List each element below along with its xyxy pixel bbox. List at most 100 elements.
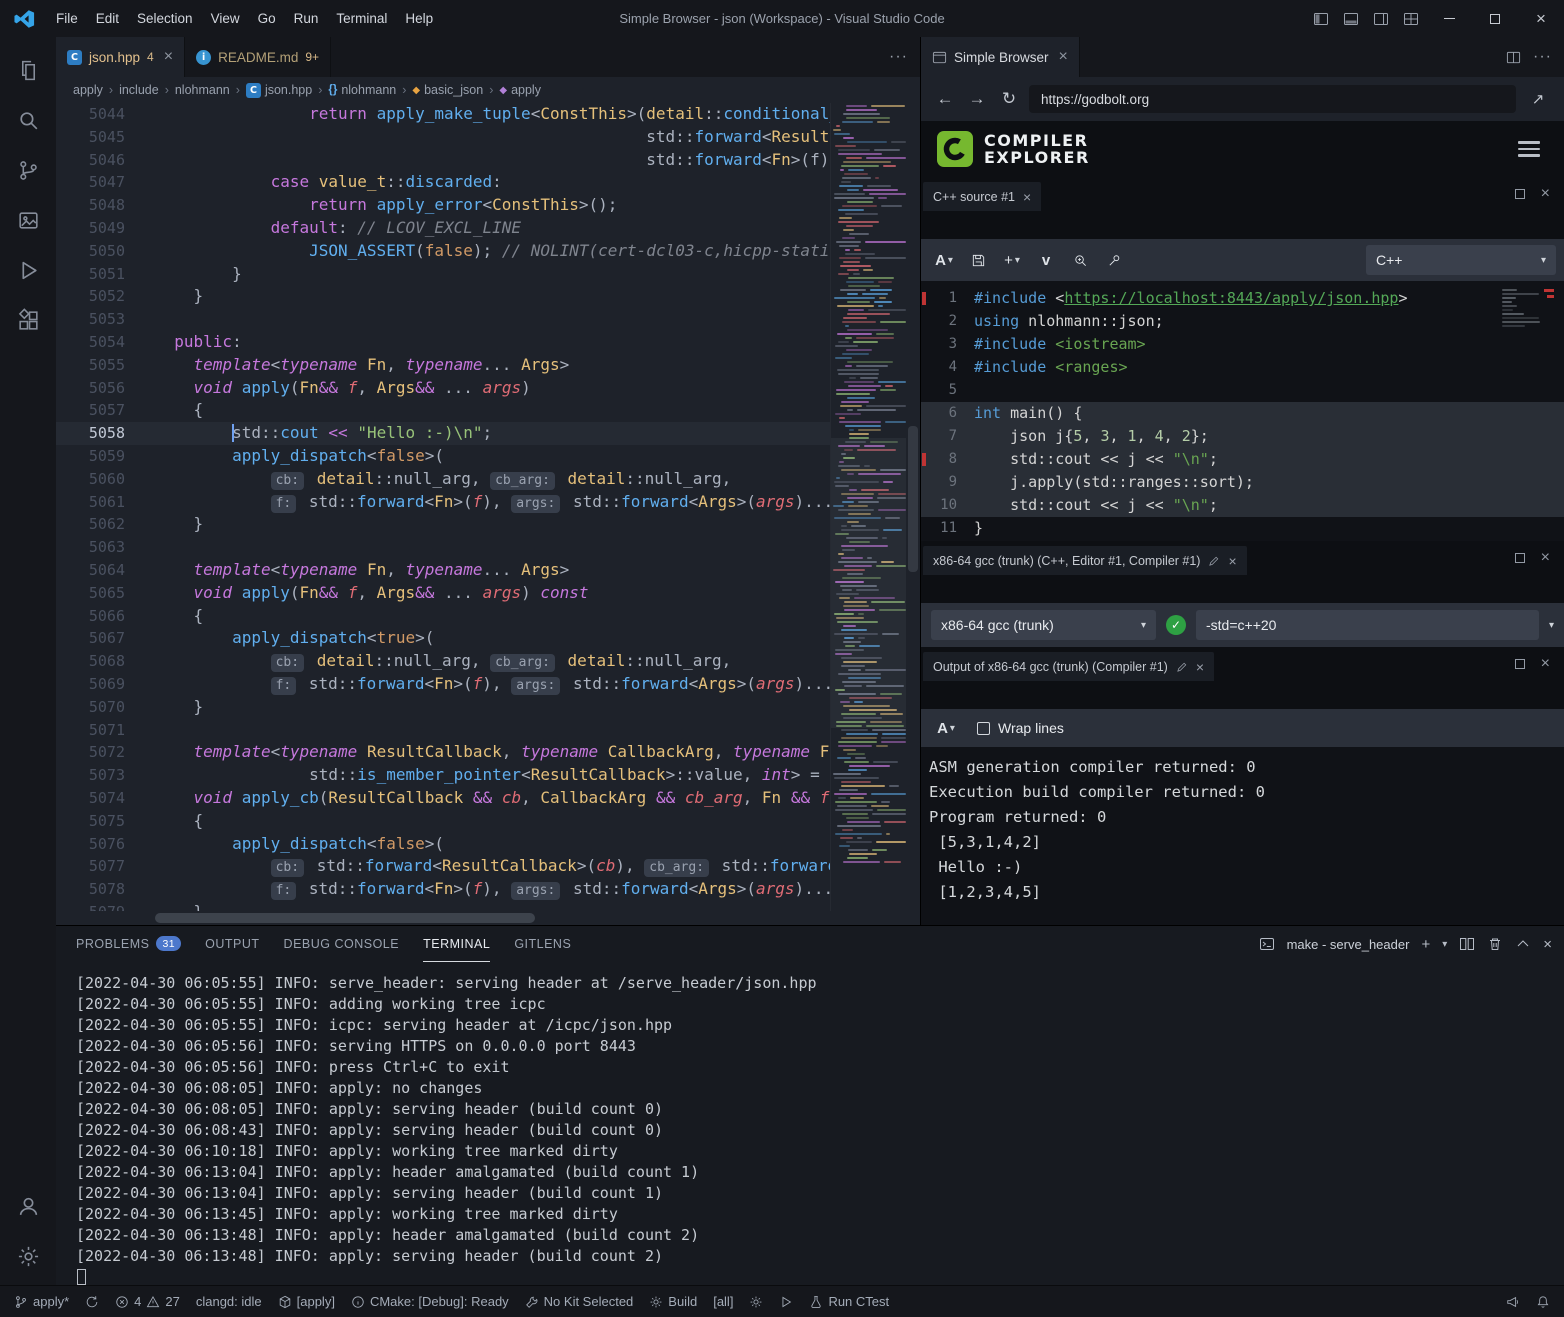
customize-layout-icon[interactable]	[1396, 0, 1426, 37]
notifications-bell-icon[interactable]	[1528, 1286, 1558, 1317]
toggle-panel-icon[interactable]	[1336, 0, 1366, 37]
forward-icon[interactable]: →	[965, 89, 989, 109]
breadcrumb-item-apply[interactable]: ◆apply	[499, 83, 541, 97]
terminal[interactable]: [2022-04-30 06:05:55] INFO: serve_header…	[56, 962, 1564, 1290]
maximize-pane-icon[interactable]	[1515, 189, 1525, 199]
sync-status[interactable]	[77, 1286, 107, 1317]
menu-view[interactable]: View	[202, 0, 249, 37]
ce-output-tab[interactable]: Output of x86-64 gcc (trunk) (Compiler #…	[923, 652, 1214, 681]
minimize-button[interactable]	[1426, 0, 1472, 37]
vim-mode-button[interactable]: v	[1031, 245, 1061, 275]
edit-icon[interactable]	[1208, 555, 1220, 567]
images-icon[interactable]	[4, 195, 52, 245]
menu-help[interactable]: Help	[396, 0, 442, 37]
maximize-pane-icon[interactable]	[1515, 659, 1525, 669]
panel-tab-problems[interactable]: PROBLEMS31	[76, 926, 181, 962]
menu-run[interactable]: Run	[285, 0, 328, 37]
breadcrumb-item-nlohmann[interactable]: nlohmann	[175, 83, 230, 97]
compiler-options-input[interactable]: -std=c++20	[1196, 610, 1539, 640]
terminal-selector[interactable]: make - serve_header	[1287, 937, 1410, 952]
edit-icon[interactable]	[1176, 661, 1188, 673]
split-terminal-icon[interactable]	[1459, 936, 1475, 952]
zoom-icon[interactable]	[1065, 245, 1095, 275]
menu-terminal[interactable]: Terminal	[327, 0, 396, 37]
close-icon[interactable]: ×	[1228, 553, 1236, 569]
save-icon[interactable]	[963, 245, 993, 275]
panel-tab-gitlens[interactable]: GITLENS	[514, 926, 571, 962]
options-dropdown-icon[interactable]: ▾	[1549, 620, 1554, 631]
launch-target-gear-icon[interactable]	[741, 1286, 771, 1317]
breadcrumb-item-apply[interactable]: apply	[73, 83, 103, 97]
toggle-secondary-sidebar-icon[interactable]	[1366, 0, 1396, 37]
tab-readme-md[interactable]: i README.md 9+	[185, 37, 331, 77]
ce-compiler-tab[interactable]: x86-64 gcc (trunk) (C++, Editor #1, Comp…	[923, 546, 1247, 575]
terminal-profile-chevron-icon[interactable]: ▾	[1442, 939, 1447, 950]
reload-icon[interactable]: ↻	[997, 89, 1021, 109]
minimap[interactable]	[830, 103, 906, 911]
toggle-primary-sidebar-icon[interactable]	[1306, 0, 1336, 37]
close-pane-icon[interactable]: ×	[1541, 185, 1550, 203]
tab-simple-browser[interactable]: Simple Browser ×	[921, 37, 1080, 77]
cmake-project-status[interactable]: [apply]	[270, 1286, 343, 1317]
run-ctest-button[interactable]: Run CTest	[801, 1286, 897, 1317]
open-external-icon[interactable]: ↗	[1524, 85, 1552, 113]
maximize-panel-icon[interactable]	[1515, 936, 1531, 952]
wrap-lines-checkbox[interactable]	[977, 722, 990, 735]
feedback-icon[interactable]	[1498, 1286, 1528, 1317]
add-pane-button[interactable]: +▾	[997, 245, 1027, 275]
clangd-status[interactable]: clangd: idle	[188, 1286, 270, 1317]
build-target-button[interactable]: [all]	[705, 1286, 741, 1317]
breadcrumb-item-json-hpp[interactable]: Cjson.hpp	[246, 83, 312, 98]
cmake-status[interactable]: CMake: [Debug]: Ready	[343, 1286, 517, 1317]
compiler-select[interactable]: x86-64 gcc (trunk)▾	[931, 610, 1156, 640]
ce-source-pane[interactable]: 1#include <https://localhost:8443/apply/…	[921, 281, 1564, 541]
git-branch-status[interactable]: apply*	[6, 1286, 77, 1317]
breadcrumb-item-include[interactable]: include	[119, 83, 159, 97]
close-pane-icon[interactable]: ×	[1541, 549, 1550, 567]
ce-source-tab[interactable]: C++ source #1 ×	[923, 182, 1041, 211]
cmake-kit-status[interactable]: No Kit Selected	[517, 1286, 642, 1317]
menu-selection[interactable]: Selection	[128, 0, 202, 37]
search-icon[interactable]	[4, 95, 52, 145]
editor-more-actions-icon[interactable]: ···	[889, 48, 908, 66]
maximize-button[interactable]	[1472, 0, 1518, 37]
code-editor[interactable]: 5044 return apply_make_tuple<ConstThis>(…	[56, 103, 830, 911]
horizontal-scrollbar[interactable]	[155, 913, 535, 923]
font-size-button[interactable]: A▾	[931, 713, 961, 743]
hamburger-menu-icon[interactable]	[1518, 141, 1548, 157]
split-editor-icon[interactable]	[1506, 50, 1521, 65]
run-debug-icon[interactable]	[4, 245, 52, 295]
menu-file[interactable]: File	[47, 0, 87, 37]
close-icon[interactable]: ×	[1196, 659, 1204, 675]
close-button[interactable]: ×	[1518, 0, 1564, 37]
source-control-icon[interactable]	[4, 145, 52, 195]
minimap-slider[interactable]	[831, 438, 906, 728]
panel-tab-terminal[interactable]: TERMINAL	[423, 926, 490, 962]
browser-more-actions-icon[interactable]: ···	[1533, 48, 1552, 66]
menu-go[interactable]: Go	[249, 0, 285, 37]
url-input[interactable]	[1029, 85, 1516, 113]
panel-tab-debug-console[interactable]: DEBUG CONSOLE	[284, 926, 400, 962]
explorer-icon[interactable]	[4, 45, 52, 95]
settings-icon[interactable]	[4, 1231, 52, 1281]
panel-tab-output[interactable]: OUTPUT	[205, 926, 259, 962]
pin-icon[interactable]	[1099, 245, 1129, 275]
menu-edit[interactable]: Edit	[87, 0, 128, 37]
new-terminal-icon[interactable]: +	[1421, 936, 1430, 953]
launch-play-icon[interactable]	[771, 1286, 801, 1317]
account-icon[interactable]	[4, 1181, 52, 1231]
kill-terminal-icon[interactable]	[1487, 936, 1503, 952]
cmake-build-button[interactable]: Build	[641, 1286, 705, 1317]
breadcrumb-item-basic-json[interactable]: ◆basic_json	[412, 83, 483, 97]
language-select[interactable]: C++▾	[1366, 245, 1556, 275]
font-size-button[interactable]: A▾	[929, 245, 959, 275]
close-icon[interactable]: ×	[1023, 189, 1031, 205]
vertical-scrollbar[interactable]	[906, 103, 920, 911]
close-pane-icon[interactable]: ×	[1541, 655, 1550, 673]
breadcrumb-item-nlohmann[interactable]: {}nlohmann	[328, 83, 396, 97]
close-panel-icon[interactable]: ×	[1543, 936, 1552, 953]
problems-status[interactable]: 4 27	[107, 1286, 188, 1317]
back-icon[interactable]: ←	[933, 89, 957, 109]
extensions-icon[interactable]	[4, 295, 52, 345]
close-tab-icon[interactable]: ×	[164, 48, 173, 66]
